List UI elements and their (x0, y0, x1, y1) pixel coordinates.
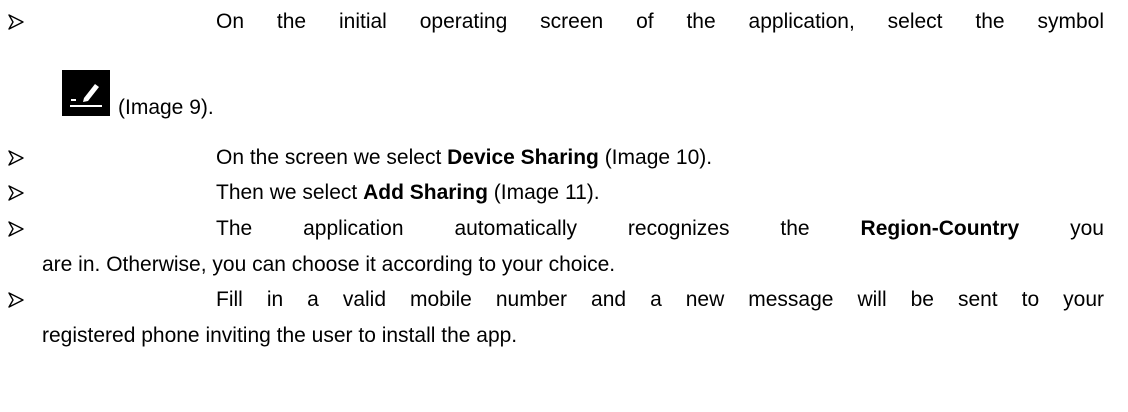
step-3-bold: Add Sharing (363, 181, 488, 204)
step-2-post: (Image 10). (598, 146, 713, 169)
step-3-text: Then we select Add Sharing (Image 11). (216, 181, 600, 205)
step-3-post: (Image 11). (487, 181, 600, 204)
step-4-pre: The application automatically recognizes… (216, 217, 861, 240)
arrow-bullet-icon (6, 219, 26, 239)
arrow-bullet-icon (6, 12, 26, 32)
step-2-pre: On the screen we select (216, 146, 448, 169)
arrow-bullet-icon (6, 290, 26, 310)
arrow-bullet-icon (6, 148, 26, 168)
edit-pencil-icon (62, 70, 110, 116)
step-2-text: On the screen we select Device Sharing (… (216, 146, 712, 170)
step-2-bold: Device Sharing (447, 146, 599, 169)
instruction-document: On the initial operating screen of the a… (0, 0, 1128, 412)
step-3-pre: Then we select (216, 181, 364, 204)
step-5-text-continued: registered phone inviting the user to in… (42, 324, 518, 347)
step-5-text: Fill in a valid mobile number and a new … (216, 288, 1104, 311)
arrow-bullet-icon (6, 183, 26, 203)
step-1-image-ref: (Image 9). (118, 96, 214, 119)
step-4-post: you (1019, 217, 1104, 240)
step-4-text: The application automatically recognizes… (216, 217, 1104, 241)
step-4-bold: Region-Country (860, 217, 1020, 240)
step-4-text-continued: are in. Otherwise, you can choose it acc… (42, 253, 616, 276)
step-1-text: On the initial operating screen of the a… (216, 10, 1104, 33)
